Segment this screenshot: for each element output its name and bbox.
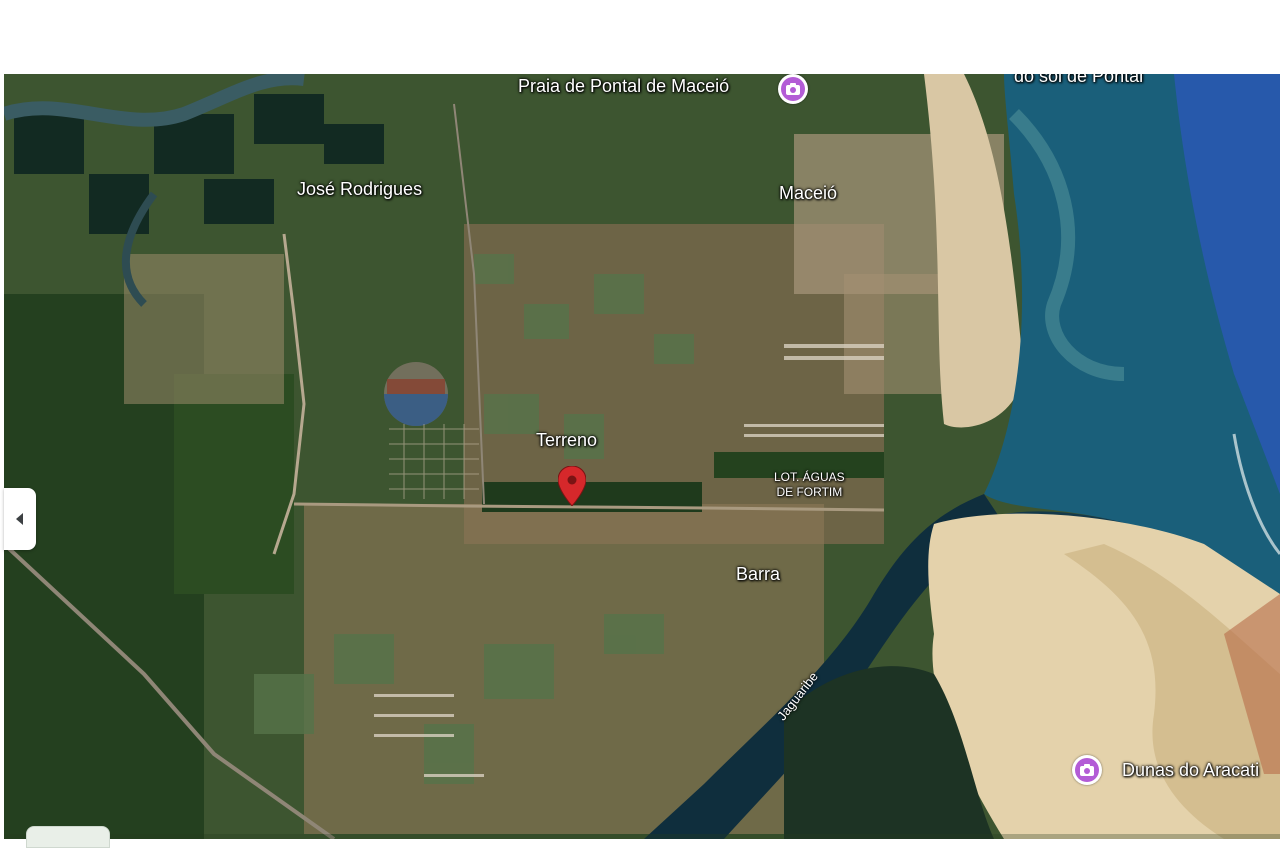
layers-thumbnail[interactable] [26, 826, 110, 848]
label-jose-rodrigues[interactable]: José Rodrigues [297, 179, 422, 200]
label-lot-aguas-de-fortim[interactable]: LOT. ÁGUAS DE FORTIM [774, 470, 845, 500]
label-barra[interactable]: Barra [736, 564, 780, 585]
camera-icon[interactable] [1072, 755, 1102, 785]
camera-glyph [1080, 764, 1094, 776]
camera-icon-inner [781, 77, 805, 101]
label-lot-line1: LOT. ÁGUAS [774, 470, 845, 484]
camera-icon-inner [1075, 758, 1099, 782]
collapse-panel-button[interactable] [4, 488, 36, 550]
chevron-left-icon [16, 513, 23, 525]
label-praia-pontal[interactable]: Praia de Pontal de Maceió [518, 76, 729, 97]
map-view[interactable]: Praia de Pontal de Maceió do sol de Pont… [4, 74, 1280, 839]
label-maceio[interactable]: Maceió [779, 183, 837, 204]
label-terreno[interactable]: Terreno [536, 430, 597, 451]
red-pin-icon[interactable] [558, 466, 586, 506]
label-lot-line2: DE FORTIM [776, 485, 843, 499]
camera-icon[interactable] [778, 74, 808, 104]
label-dunas-aracati[interactable]: Dunas do Aracati [1122, 760, 1259, 781]
label-do-sol-pontal[interactable]: do sol de Pontal [1014, 74, 1143, 87]
camera-glyph [786, 83, 800, 95]
satellite-imagery [4, 74, 1280, 839]
